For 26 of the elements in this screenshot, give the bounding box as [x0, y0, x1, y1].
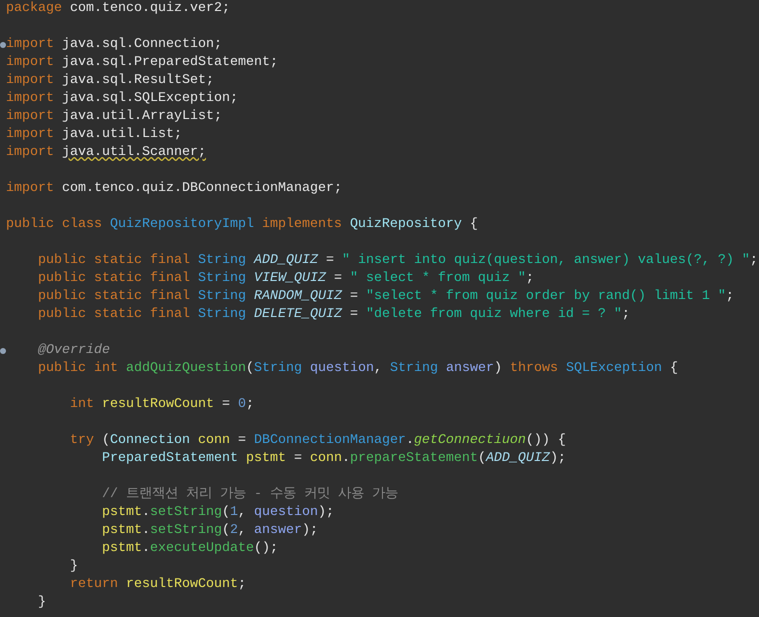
code-line: import com.tenco.quiz.DBConnectionManager; [6, 180, 342, 198]
code-line: @Override [36, 342, 110, 360]
code-line: pstmt.setString(2, answer); [100, 522, 318, 540]
code-line: // 트랜잭션 처리 가능 - 수동 커밋 사용 가능 [100, 486, 398, 504]
code-line: import java.sql.PreparedStatement; [6, 54, 278, 72]
code-line: pstmt.setString(1, question); [100, 504, 334, 522]
code-line: public class QuizRepositoryImpl implements QuizRepository { [6, 216, 478, 234]
code-line: public static final String RANDOM_QUIZ = "select * from quiz order by rand() limit 1 "; [36, 288, 734, 306]
code-line: import java.util.List; [6, 126, 182, 144]
code-line: } [68, 558, 78, 576]
code-line: } [36, 594, 46, 612]
code-line: import java.util.ArrayList; [6, 108, 222, 126]
code-line: import java.sql.SQLException; [6, 90, 238, 108]
code-line: PreparedStatement pstmt = conn.prepareStatement(ADD_QUIZ); [100, 450, 566, 468]
code-line: return resultRowCount; [68, 576, 246, 594]
code-line: int resultRowCount = 0; [68, 396, 254, 414]
code-line: public static final String VIEW_QUIZ = " select * from quiz "; [36, 270, 534, 288]
code-line: package com.tenco.quiz.ver2; [6, 0, 230, 18]
code-line: import java.sql.ResultSet; [6, 72, 214, 90]
code-line: try (Connection conn = DBConnectionManager.getConnectiuon()) { [68, 432, 566, 450]
code-line: import java.util.Scanner; [6, 144, 206, 162]
code-line: pstmt.executeUpdate(); [100, 540, 278, 558]
code-line: public static final String DELETE_QUIZ = "delete from quiz where id = ? "; [36, 306, 630, 324]
code-line: import java.sql.Connection; [6, 36, 222, 54]
code-line: public static final String ADD_QUIZ = " insert into quiz(question, answer) values(?, ?) "; [36, 252, 758, 270]
code-line: public int addQuizQuestion(String question, String answer) throws SQLException { [36, 360, 678, 378]
